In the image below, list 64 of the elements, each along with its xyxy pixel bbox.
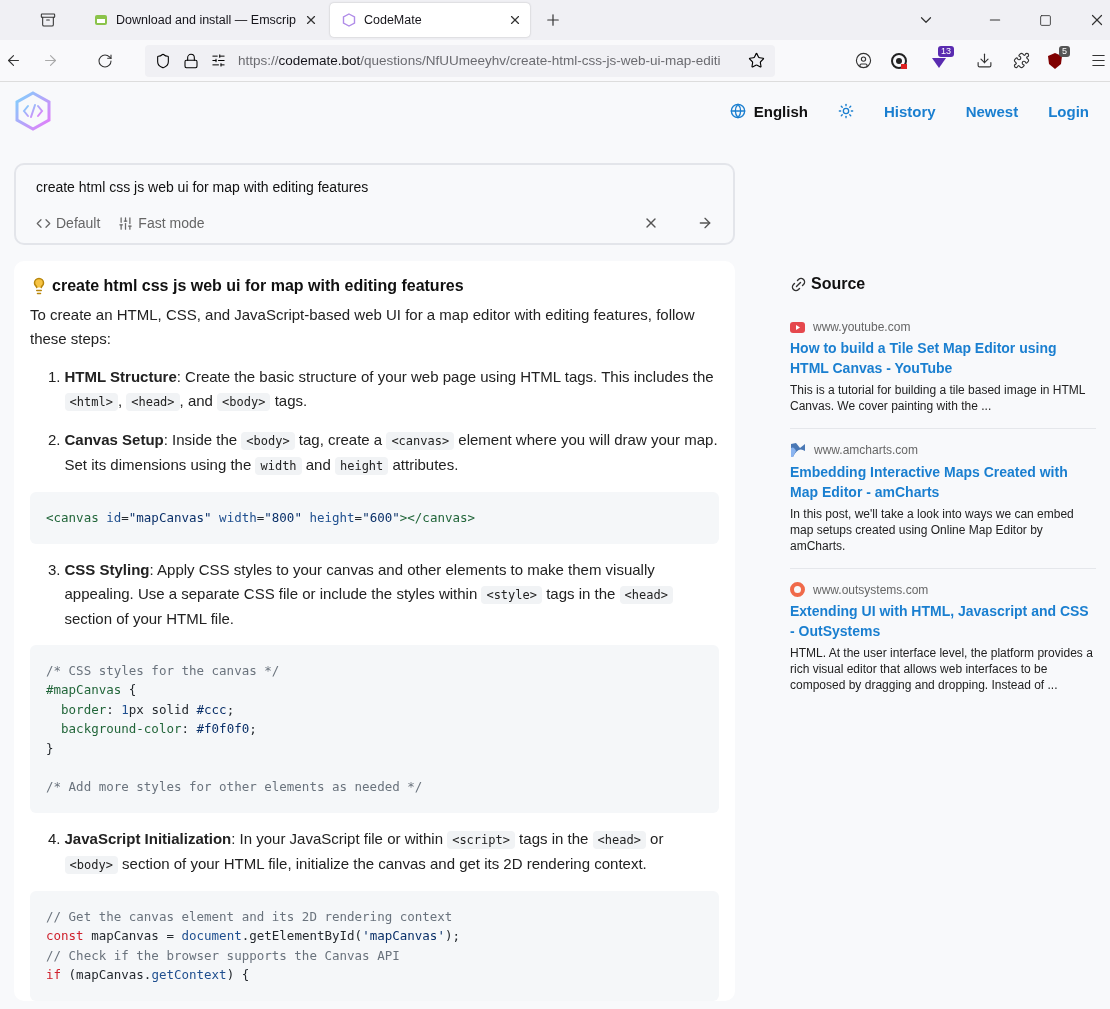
source-domain: www.outsystems.com [813,582,929,597]
source-domain: www.youtube.com [813,320,911,334]
ring-icon [790,582,805,597]
step-text: Canvas Setup: Inside the <body> tag, create a <canvas> element where you will draw your map. Set its dimensions using the width and height attributes. [64,430,719,477]
menu-icon[interactable] [1090,52,1107,69]
query-text: create html css js web ui for map with editing features [36,179,370,195]
mode-option[interactable]: Default [36,215,101,231]
source-domain: www.amcharts.com [814,443,919,457]
step-number: 3. [48,559,61,580]
puzzle-icon[interactable] [1013,52,1030,69]
nav-link[interactable]: History [883,102,936,120]
address-bar[interactable]: https://codemate.bot/questions/NfUUmeeyhv/create-html-css-js-web-ui-map-editi [145,44,775,77]
lock-icon[interactable] [183,52,199,69]
code-line: <canvas id="mapCanvas" width="800" height="600"></canvas> [46,509,477,527]
browser-tab[interactable]: Download and install — Emscrip [82,3,326,37]
source-link[interactable]: How to build a Tile Set Map Editor using HTML Canvas - YouTube [790,338,1096,378]
mode-option[interactable]: Fast mode [118,215,205,231]
url-text: https://codemate.bot/questions/NfUUmeeyhv/create-html-css-js-web-ui-map-editi [238,53,722,68]
favicon-icon [94,13,108,27]
source-snippet: This is a tutorial for building a tile based image in HTML Canvas. We cover painting with the ... [790,382,1087,414]
code-line: const mapCanvas = document.getElementById('mapCanvas'); [46,927,461,945]
sliders-icon [118,215,134,231]
favicon-icon [341,13,356,27]
link-icon [790,275,807,293]
source-snippet: HTML. At the user interface level, the platform provides a rich visual editor that allows web interfaces to be composed by dragging and dropping. Instead of ... [790,645,1094,693]
permissions-icon[interactable] [211,53,226,68]
play-icon [790,321,805,333]
account-icon[interactable] [855,52,872,69]
nav-link[interactable]: Login [1048,102,1089,120]
source-link[interactable]: Extending UI with HTML, Javascript and CSS - OutSystems [790,601,1096,641]
maximize-icon[interactable] [1039,13,1052,27]
site-logo-icon [790,442,806,458]
reload-icon[interactable] [97,52,113,69]
globe-icon [729,103,746,119]
code-line: // Check if the browser supports the Canvas API [46,946,401,965]
source-link[interactable]: Embedding Interactive Maps Created with Map Editor - amCharts [790,462,1096,502]
source-snippet: In this post, we'll take a look into ways we can embed map setups created using Online Map Editor by amCharts. [790,506,1075,554]
code-line: if (mapCanvas.getContext) { [46,966,251,984]
code-line: border: 1px solid #ccc; [60,700,236,719]
code-line: #mapCanvas { [46,681,138,699]
code-line: /* Add more styles for other elements as needed */ [46,778,424,796]
step-text: CSS Styling: Apply CSS styles to your canvas and other elements to make them visually appealing. Use a separate CSS file or include the styles within <style> tags in the <head> section of your HTML file. [64,557,719,631]
sources-title: Source [811,275,866,293]
step-text: HTML Structure: Create the basic structure of your web page using HTML tags. This includes the <html> , <head> , and <body> tags. [64,367,715,413]
shield-icon[interactable] [155,52,171,69]
step-text: JavaScript Initialization: In your JavaScript file or within <script> tags in the <head> or <body> section of your HTML file, initialize the canvas and get its 2D rendering context. [64,828,665,876]
intro-text: To create an HTML, CSS, and JavaScript-based web UI for a map editor with editing features, follow these steps: [30,305,696,349]
code-line: } [46,739,55,758]
nav-link[interactable]: Newest [965,102,1019,120]
bookmark-star-icon[interactable] [748,52,765,69]
step-number: 2. [48,430,61,450]
theme-toggle-icon[interactable] [837,103,854,119]
language-button[interactable]: English [729,102,808,120]
tab-overview-icon[interactable] [40,12,56,28]
code-line: background-color: #f0f0f0; [60,720,258,738]
code-line: // Get the canvas element and its 2D rendering context [46,907,454,926]
answer-title: create html css js web ui for map with editing features [52,277,464,295]
step-number: 4. [48,828,61,849]
back-icon[interactable] [5,52,22,69]
browser-tab[interactable]: CodeMate [329,3,530,37]
download-icon[interactable] [976,52,993,69]
code-line: /* CSS styles for the canvas */ [46,661,281,680]
query-box[interactable]: create html css js web ui for map with editing features Default Fast mode [14,163,735,245]
step-number: 1. [48,367,61,387]
